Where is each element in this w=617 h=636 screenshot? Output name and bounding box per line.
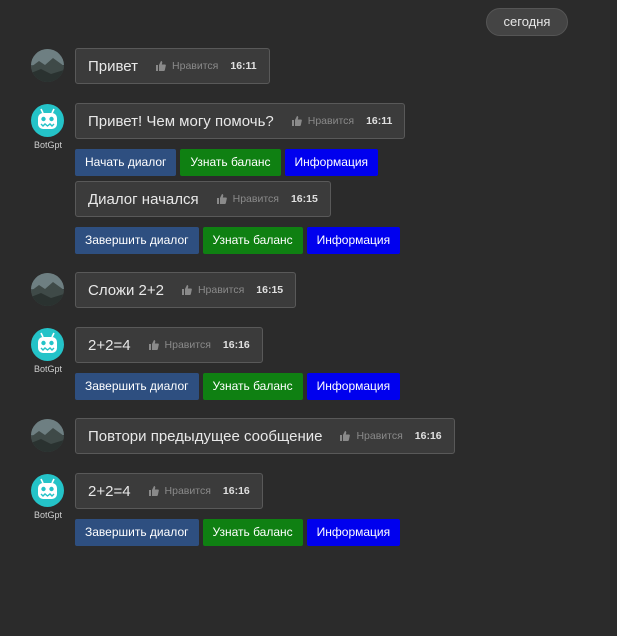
like-button[interactable]: Нравится (216, 193, 279, 205)
keyboard-buttons: Начать диалог Узнать баланс Информация (75, 149, 379, 176)
check-balance-button[interactable]: Узнать баланс (180, 149, 281, 176)
like-label: Нравится (232, 193, 279, 205)
like-button[interactable]: Нравится (156, 60, 218, 72)
message-text: Повтори предыдущее сообщение (88, 427, 323, 445)
user-avatar[interactable] (31, 419, 64, 452)
message-time: 16:11 (366, 115, 393, 127)
message-bubble: Привет Нравится 16:11 (75, 48, 270, 84)
like-label: Нравится (172, 60, 219, 72)
info-button[interactable]: Информация (284, 149, 379, 176)
like-button[interactable]: Нравится (340, 430, 403, 442)
message-bubble: 2+2=4 Нравится 16:16 (75, 327, 263, 363)
like-button[interactable]: Нравится (148, 485, 211, 497)
user-photo-icon (31, 49, 64, 82)
message-time: 16:16 (222, 485, 250, 497)
info-button[interactable]: Информация (306, 227, 401, 254)
like-label: Нравится (356, 430, 403, 442)
keyboard-buttons: Завершить диалог Узнать баланс Информаци… (75, 373, 401, 400)
message-text: Сложи 2+2 (88, 281, 164, 299)
bot-name: BotGpt (33, 510, 62, 520)
thumbs-up-icon (148, 340, 159, 350)
user-photo-icon (31, 419, 64, 452)
message-time: 16:15 (256, 284, 284, 296)
check-balance-button[interactable]: Узнать баланс (202, 519, 303, 546)
end-dialog-button[interactable]: Завершить диалог (75, 519, 199, 546)
message-bubble: Сложи 2+2 Нравится 16:15 (75, 272, 297, 308)
check-balance-button[interactable]: Узнать баланс (202, 373, 303, 400)
like-label: Нравится (164, 339, 211, 351)
thumbs-up-icon (340, 431, 351, 441)
info-button[interactable]: Информация (306, 373, 401, 400)
keyboard-buttons: Завершить диалог Узнать баланс Информаци… (75, 227, 401, 254)
keyboard-buttons: Завершить диалог Узнать баланс Информаци… (75, 519, 401, 546)
robot-icon (38, 478, 57, 499)
message-time: 16:15 (290, 193, 318, 205)
bot-avatar[interactable] (31, 104, 64, 137)
start-dialog-button[interactable]: Начать диалог (75, 149, 177, 176)
message-time: 16:16 (222, 339, 250, 351)
user-avatar[interactable] (31, 273, 64, 306)
like-label: Нравится (307, 115, 355, 127)
message-time: 16:11 (230, 60, 257, 72)
thumbs-up-icon (156, 61, 166, 71)
like-label: Нравится (164, 485, 211, 497)
bot-avatar[interactable] (31, 328, 64, 361)
bot-name: BotGpt (33, 364, 62, 374)
end-dialog-button[interactable]: Завершить диалог (75, 373, 199, 400)
message-text: 2+2=4 (88, 336, 131, 354)
robot-icon (38, 332, 57, 353)
like-button[interactable]: Нравится (291, 115, 355, 127)
message-text: Привет! Чем могу помочь? (88, 112, 274, 130)
check-balance-button[interactable]: Узнать баланс (202, 227, 303, 254)
thumbs-up-icon (148, 486, 159, 496)
message-bubble: Привет! Чем могу помочь? Нравится 16:11 (75, 103, 406, 139)
bot-name: BotGpt (33, 140, 62, 150)
thumbs-up-icon (216, 194, 227, 204)
message-text: Привет (88, 57, 139, 75)
end-dialog-button[interactable]: Завершить диалог (75, 227, 199, 254)
date-separator: сегодня (486, 8, 568, 36)
message-bubble: Повтори предыдущее сообщение Нравится 16… (75, 418, 455, 454)
message-bubble: 2+2=4 Нравится 16:16 (75, 473, 263, 509)
thumbs-up-icon (291, 116, 302, 126)
message-time: 16:16 (414, 430, 442, 442)
message-text: 2+2=4 (88, 482, 131, 500)
like-label: Нравится (197, 284, 245, 296)
like-button[interactable]: Нравится (148, 339, 211, 351)
user-avatar[interactable] (31, 49, 64, 82)
info-button[interactable]: Информация (306, 519, 401, 546)
message-text: Диалог начался (88, 190, 199, 208)
message-bubble: Диалог начался Нравится 16:15 (75, 181, 331, 217)
bot-avatar[interactable] (31, 474, 64, 507)
thumbs-up-icon (181, 285, 192, 295)
user-photo-icon (31, 273, 64, 306)
like-button[interactable]: Нравится (181, 284, 245, 296)
robot-icon (38, 108, 57, 129)
